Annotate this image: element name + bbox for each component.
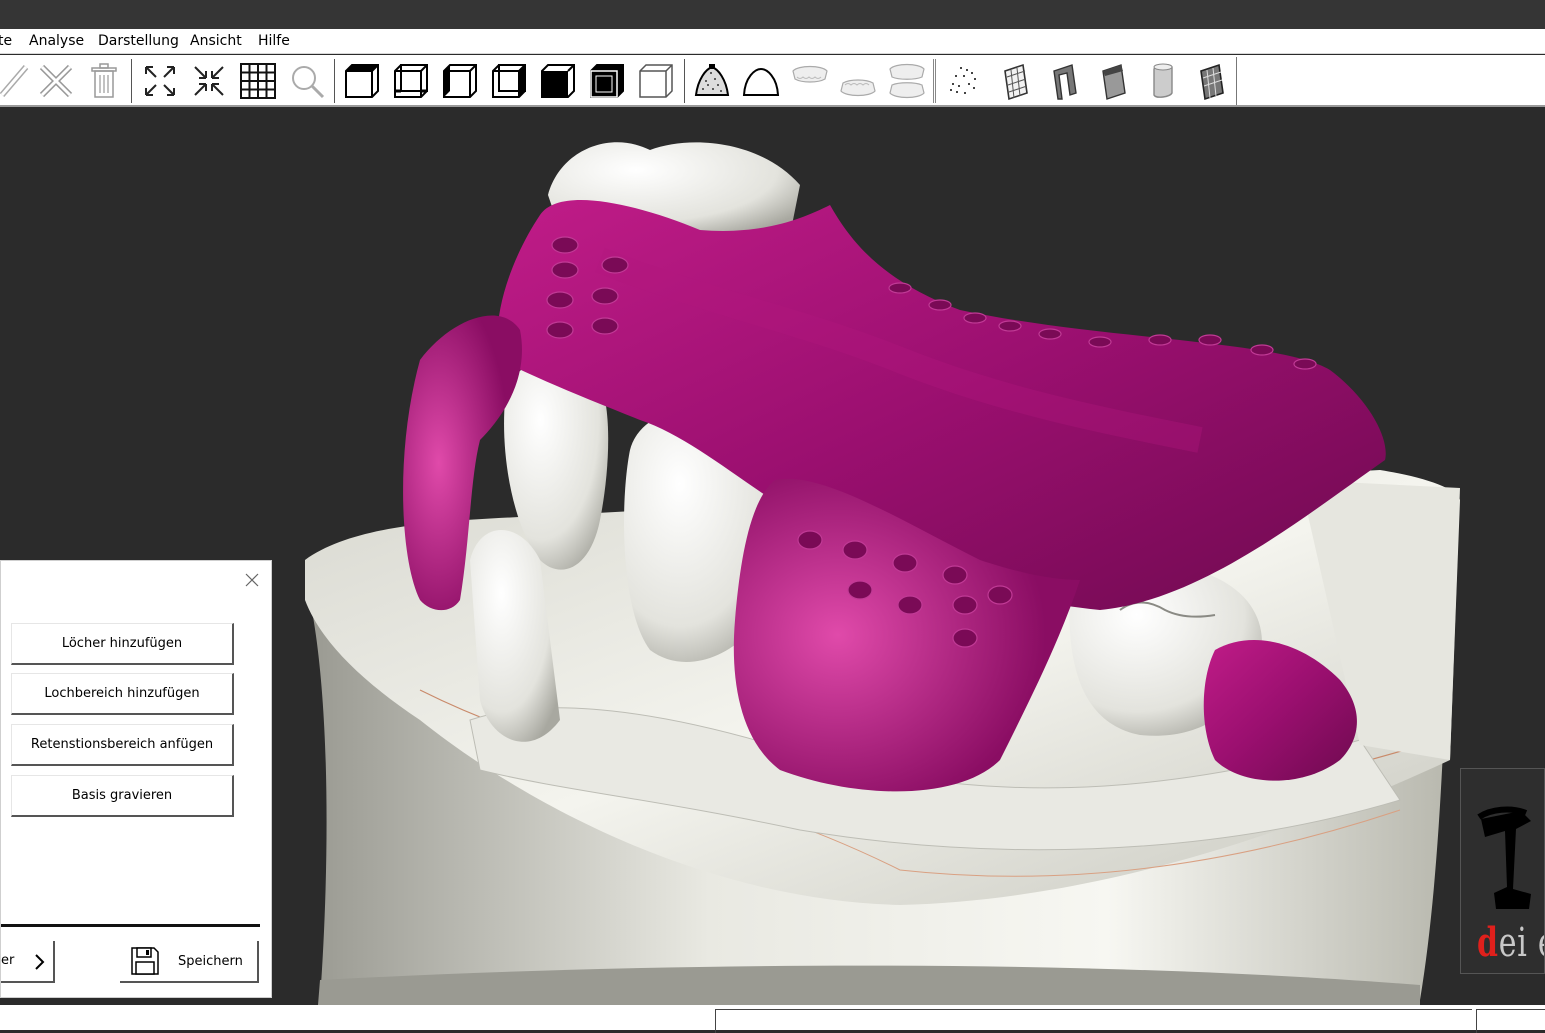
toolbar-separator <box>684 59 685 103</box>
company-logo: dei e <box>1460 768 1545 974</box>
ruler-cross-icon[interactable] <box>34 58 78 104</box>
close-icon[interactable] <box>243 571 261 589</box>
arch-icon[interactable] <box>739 58 783 104</box>
status-field-main <box>715 1009 1472 1033</box>
die-shell-icon[interactable] <box>1042 58 1086 104</box>
grid-icon[interactable] <box>236 58 280 104</box>
menu-darstellung[interactable]: Darstellung <box>98 33 179 49</box>
toolbar-separator <box>933 59 936 103</box>
tools-panel: Löcher hinzufügen Lochbereich hinzufügen… <box>0 560 272 998</box>
cylinder-icon[interactable] <box>1140 58 1184 104</box>
ruler-icon[interactable] <box>0 58 36 104</box>
status-field-secondary <box>1476 1009 1545 1033</box>
lower-jaw-icon[interactable] <box>836 58 880 104</box>
add-holes-button[interactable]: Löcher hinzufügen <box>11 623 234 665</box>
view-top-icon[interactable] <box>536 58 580 104</box>
menu-analyse[interactable]: Analyse <box>29 33 84 49</box>
status-bar <box>0 1005 1545 1033</box>
toolbar <box>0 55 1545 107</box>
die-solid-icon[interactable] <box>1091 58 1135 104</box>
menu-bar: te Analyse Darstellung Ansicht Hilfe <box>0 29 1545 54</box>
collapse-icon[interactable] <box>187 58 231 104</box>
view-right-icon[interactable] <box>487 58 531 104</box>
menu-hilfe[interactable]: Hilfe <box>258 33 290 49</box>
expand-icon[interactable] <box>138 58 182 104</box>
view-bottom-icon[interactable] <box>585 58 629 104</box>
save-button[interactable]: Speichern <box>120 941 259 983</box>
view-left-icon[interactable] <box>438 58 482 104</box>
save-label: Speichern <box>178 954 243 969</box>
pointcloud-icon[interactable] <box>944 58 988 104</box>
title-bar <box>0 0 1545 29</box>
engrave-base-button[interactable]: Basis gravieren <box>11 775 234 817</box>
toolbar-end <box>1236 57 1237 105</box>
upper-jaw-icon[interactable] <box>788 58 832 104</box>
mesh-die-icon[interactable] <box>1189 58 1233 104</box>
floppy-disk-icon <box>131 947 159 975</box>
menu-datei-truncated[interactable]: te <box>0 33 12 49</box>
logo-text: dei e <box>1477 919 1544 966</box>
logo-mark <box>1477 806 1531 909</box>
add-hole-area-button[interactable]: Lochbereich hinzufügen <box>11 673 234 715</box>
trash-icon[interactable] <box>82 58 126 104</box>
view-iso-icon[interactable] <box>634 58 678 104</box>
base-dome-icon[interactable] <box>690 58 734 104</box>
next-button[interactable]: er <box>1 941 55 983</box>
magnifier-icon[interactable] <box>285 58 329 104</box>
menu-ansicht[interactable]: Ansicht <box>190 33 242 49</box>
panel-divider <box>1 924 260 927</box>
both-jaws-icon[interactable] <box>885 58 929 104</box>
toolbar-separator <box>131 59 132 103</box>
toolbar-separator <box>334 59 335 103</box>
view-back-icon[interactable] <box>389 58 433 104</box>
add-retention-area-button[interactable]: Retenstionsbereich anfügen <box>11 724 234 766</box>
view-front-icon[interactable] <box>340 58 384 104</box>
wireframe-die-icon[interactable] <box>993 58 1037 104</box>
next-label: er <box>1 953 15 968</box>
chevron-right-icon <box>35 954 45 970</box>
